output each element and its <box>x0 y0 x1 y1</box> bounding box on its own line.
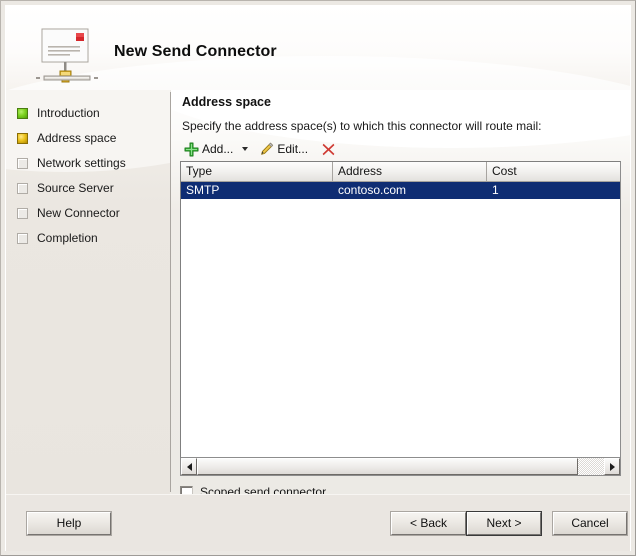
cell-address: contoso.com <box>338 183 407 197</box>
address-space-listbox[interactable]: Type Address Cost SMTP contoso.com 1 <box>180 161 621 458</box>
add-button[interactable]: Add... <box>180 138 235 160</box>
column-header-address[interactable]: Address <box>333 162 487 181</box>
green-square-icon <box>17 108 28 119</box>
wizard-content-pane: Address space Specify the address space(… <box>171 90 630 494</box>
sidebar-item-label: Source Server <box>37 181 114 195</box>
instruction-text: Specify the address space(s) to which th… <box>182 119 542 133</box>
next-button[interactable]: Next > <box>467 512 541 535</box>
section-title: Address space <box>182 95 271 109</box>
sidebar-item-label: New Connector <box>37 206 120 220</box>
sidebar-item-new-connector[interactable]: New Connector <box>6 201 170 226</box>
sidebar-item-network-settings[interactable]: Network settings <box>6 151 170 176</box>
edit-button-label: Edit... <box>277 142 309 156</box>
page-title: New Send Connector <box>114 43 277 60</box>
empty-square-icon <box>17 233 28 244</box>
help-button[interactable]: Help <box>27 512 111 535</box>
cell-cost: 1 <box>492 183 499 197</box>
address-space-toolbar: Add... Edit... <box>180 137 341 161</box>
mail-connector-icon <box>34 26 102 88</box>
scoped-send-connector-label: Scoped send connector <box>200 485 327 494</box>
table-row[interactable]: SMTP contoso.com 1 <box>181 182 620 199</box>
sidebar-item-address-space[interactable]: Address space <box>6 126 170 151</box>
pencil-icon <box>257 140 275 158</box>
yellow-square-icon <box>17 133 28 144</box>
delete-button[interactable] <box>317 138 341 160</box>
scrollbar-track[interactable] <box>197 458 604 475</box>
sidebar-item-completion[interactable]: Completion <box>6 226 170 251</box>
scoped-send-connector-row[interactable]: Scoped send connector <box>180 484 326 494</box>
cell-type: SMTP <box>186 183 220 197</box>
empty-square-icon <box>17 208 28 219</box>
column-header-type[interactable]: Type <box>181 162 333 181</box>
wizard-header: New Send Connector <box>6 6 630 90</box>
sidebar-item-source-server[interactable]: Source Server <box>6 176 170 201</box>
sidebar-item-introduction[interactable]: Introduction <box>6 101 170 126</box>
cancel-button[interactable]: Cancel <box>553 512 627 535</box>
wizard-sidebar: Introduction Address space Network setti… <box>6 90 170 494</box>
arrow-right-icon[interactable] <box>604 458 620 475</box>
column-header-cost[interactable]: Cost <box>487 162 620 181</box>
table-header-row: Type Address Cost <box>181 162 620 182</box>
wizard-window-inner: New Send Connector Introduction Address … <box>5 5 631 551</box>
sidebar-item-label: Network settings <box>37 156 126 170</box>
scoped-send-connector-checkbox[interactable] <box>180 485 193 494</box>
red-x-icon <box>319 140 337 158</box>
wizard-window: New Send Connector Introduction Address … <box>0 0 636 556</box>
sidebar-item-label: Introduction <box>37 106 100 120</box>
back-button[interactable]: < Back <box>391 512 466 535</box>
empty-square-icon <box>17 158 28 169</box>
sidebar-item-label: Completion <box>37 231 98 245</box>
wizard-footer: Help < Back Next > Cancel <box>6 494 630 551</box>
horizontal-scrollbar[interactable] <box>180 458 621 476</box>
green-plus-icon <box>182 140 200 158</box>
add-dropdown-chevron-down-icon[interactable] <box>238 139 251 159</box>
scrollbar-thumb[interactable] <box>197 458 578 475</box>
arrow-left-icon[interactable] <box>181 458 197 475</box>
edit-button[interactable]: Edit... <box>255 138 310 160</box>
wizard-step-list: Introduction Address space Network setti… <box>6 90 170 251</box>
sidebar-item-label: Address space <box>37 131 117 145</box>
empty-square-icon <box>17 183 28 194</box>
add-button-label: Add... <box>202 142 234 156</box>
